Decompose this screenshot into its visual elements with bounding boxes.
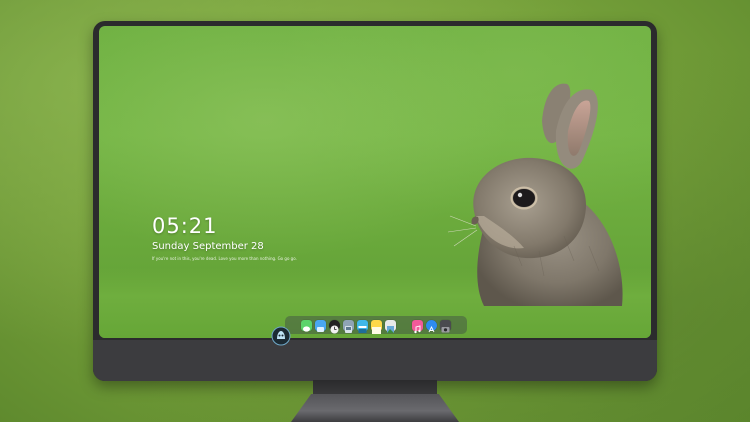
monitor-frame: 05:21 Sunday September 28 If you're not … bbox=[93, 21, 657, 381]
messages-icon[interactable] bbox=[301, 319, 312, 332]
dock bbox=[285, 316, 467, 334]
lock-screen-clock: 05:21 Sunday September 28 If you're not … bbox=[152, 214, 297, 262]
photos-icon[interactable] bbox=[385, 319, 396, 333]
clock-icon[interactable] bbox=[329, 319, 340, 333]
lock-time: 05:21 bbox=[152, 214, 218, 238]
lock-screen: 05:21 Sunday September 28 If you're not … bbox=[99, 26, 651, 338]
app-store-icon[interactable] bbox=[426, 319, 437, 332]
music-icon[interactable] bbox=[412, 319, 423, 333]
monitor-stand-neck bbox=[313, 380, 437, 396]
rabbit-wallpaper-image bbox=[447, 83, 623, 306]
monitor-chin bbox=[93, 340, 657, 381]
dock-separator bbox=[399, 320, 409, 331]
lock-date: Sunday September 28 bbox=[152, 241, 264, 252]
notes-icon[interactable] bbox=[371, 319, 382, 334]
video-icon[interactable] bbox=[357, 319, 368, 333]
finder-icon[interactable] bbox=[315, 319, 326, 332]
system-settings-icon[interactable] bbox=[343, 319, 354, 333]
lock-message: If you're not in this, you're dead. Love… bbox=[152, 256, 297, 261]
brand-logo-icon bbox=[271, 326, 291, 346]
monitor-stand-base bbox=[291, 394, 459, 422]
camera-icon[interactable] bbox=[440, 319, 451, 332]
